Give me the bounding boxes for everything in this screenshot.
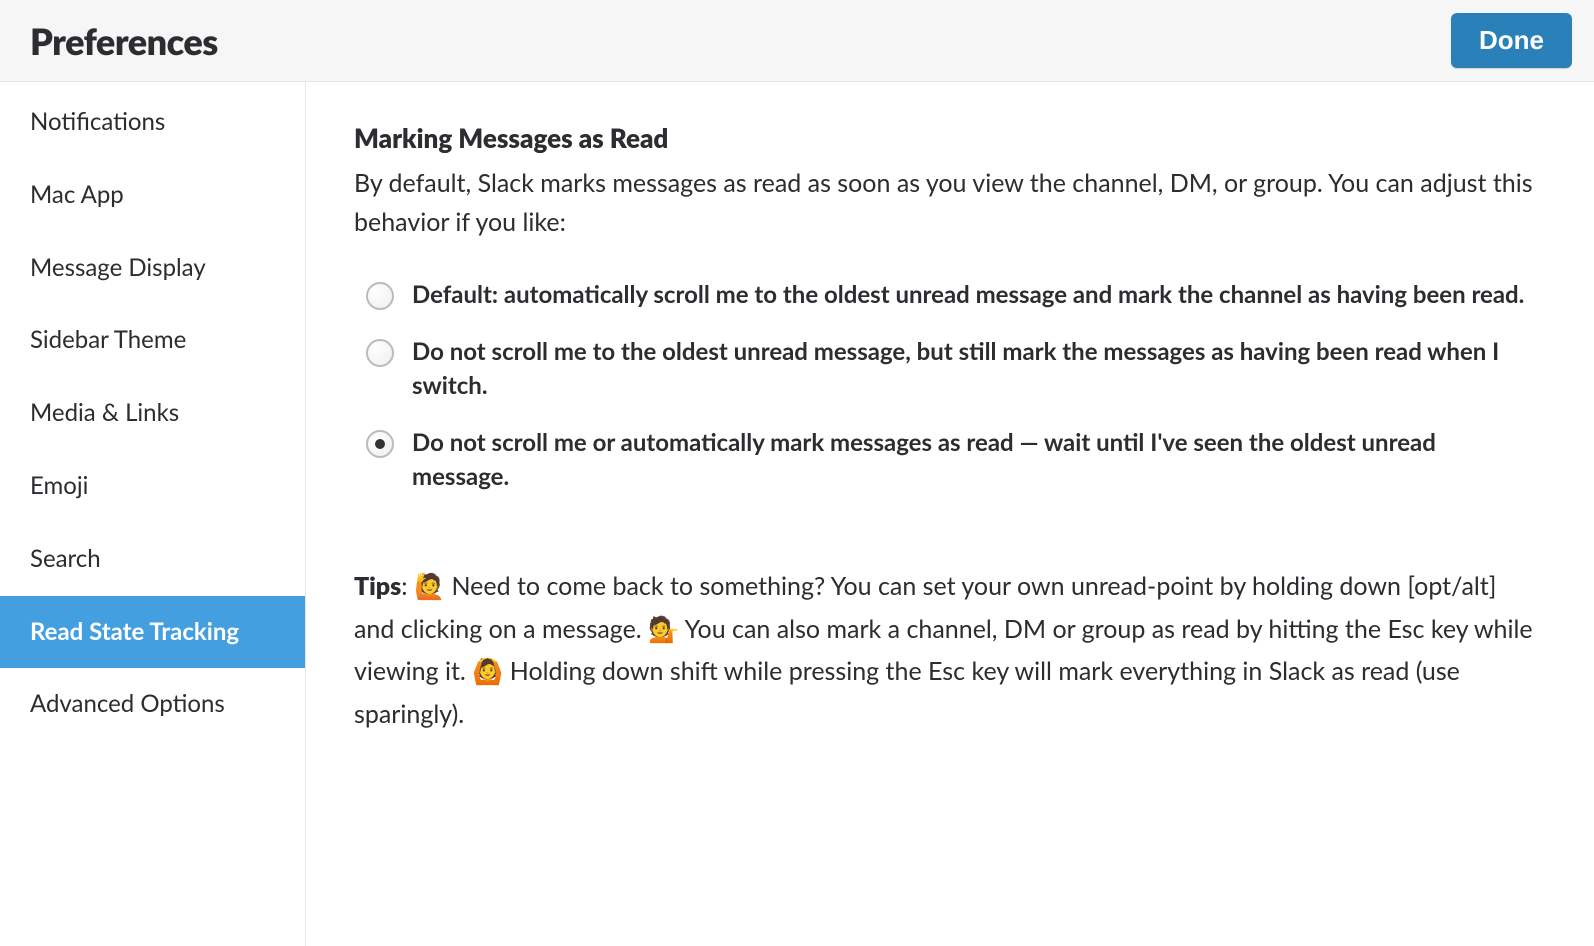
sidebar-item-label: Media & Links	[30, 398, 179, 427]
sidebar-item-notifications[interactable]: Notifications	[0, 86, 305, 159]
sidebar-item-emoji[interactable]: Emoji	[0, 450, 305, 523]
sidebar-item-label: Sidebar Theme	[30, 325, 186, 354]
radio-option-label: Default: automatically scroll me to the …	[412, 278, 1524, 312]
done-button[interactable]: Done	[1451, 13, 1572, 68]
sidebar-item-label: Advanced Options	[30, 689, 225, 718]
tips-paragraph: Tips: 🙋 Need to come back to something? …	[354, 565, 1534, 735]
header: Preferences Done	[0, 0, 1594, 82]
radio-icon	[366, 282, 394, 310]
radio-option-label: Do not scroll me or automatically mark m…	[412, 426, 1534, 493]
info-desk-person-icon: 💁	[648, 608, 679, 651]
sidebar-item-advanced-options[interactable]: Advanced Options	[0, 668, 305, 741]
radio-option-label: Do not scroll me to the oldest unread me…	[412, 335, 1534, 402]
section-title: Marking Messages as Read	[354, 122, 1534, 154]
raising-hand-icon: 🙋	[414, 565, 445, 608]
page-title: Preferences	[30, 19, 218, 63]
read-behavior-option-3[interactable]: Do not scroll me or automatically mark m…	[366, 426, 1534, 493]
sidebar-item-sidebar-theme[interactable]: Sidebar Theme	[0, 304, 305, 377]
sidebar-item-message-display[interactable]: Message Display	[0, 232, 305, 305]
sidebar-item-label: Read State Tracking	[30, 617, 239, 646]
radio-icon	[366, 339, 394, 367]
sidebar-item-search[interactable]: Search	[0, 523, 305, 596]
sidebar-item-label: Message Display	[30, 253, 206, 282]
sidebar-item-label: Emoji	[30, 471, 88, 500]
section-description: By default, Slack marks messages as read…	[354, 164, 1534, 242]
sidebar-item-mac-app[interactable]: Mac App	[0, 159, 305, 232]
tips-text-3: Holding down shift while pressing the Es…	[354, 656, 1460, 729]
sidebar-item-label: Search	[30, 544, 101, 573]
content: Marking Messages as Read By default, Sla…	[306, 82, 1594, 946]
sidebar-item-label: Notifications	[30, 107, 165, 136]
read-behavior-radio-group: Default: automatically scroll me to the …	[366, 278, 1534, 494]
sidebar: Notifications Mac App Message Display Sideb…	[0, 82, 306, 946]
ok-gesture-icon: 🙆	[472, 650, 503, 693]
sidebar-item-media-links[interactable]: Media & Links	[0, 377, 305, 450]
tips-label: Tips	[354, 571, 401, 601]
read-behavior-option-2[interactable]: Do not scroll me to the oldest unread me…	[366, 335, 1534, 402]
sidebar-item-read-state-tracking[interactable]: Read State Tracking	[0, 596, 305, 669]
radio-icon	[366, 430, 394, 458]
read-behavior-option-1[interactable]: Default: automatically scroll me to the …	[366, 278, 1534, 312]
sidebar-item-label: Mac App	[30, 180, 124, 209]
